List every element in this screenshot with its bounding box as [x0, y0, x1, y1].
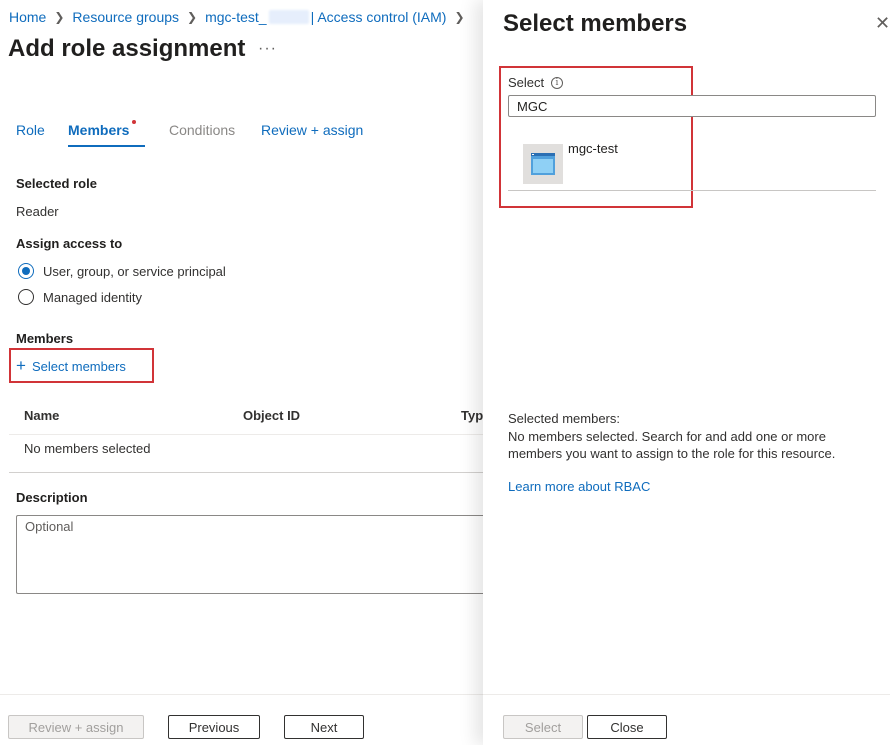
selected-members-text: No members selected. Search for and add …	[508, 429, 836, 461]
breadcrumb-resource-group-name[interactable]: mgc-test_	[205, 9, 266, 25]
chevron-right-icon: ❯	[187, 10, 198, 24]
divider	[0, 694, 483, 695]
search-result-item[interactable]	[508, 134, 876, 191]
previous-button[interactable]: Previous	[168, 715, 260, 739]
select-button[interactable]: Select	[503, 715, 583, 739]
members-empty-text: No members selected	[24, 441, 151, 456]
learn-more-rbac-link[interactable]: Learn more about RBAC	[508, 479, 650, 494]
required-indicator-icon	[132, 120, 136, 124]
description-textarea[interactable]	[16, 515, 484, 594]
selected-role-label: Selected role	[16, 176, 97, 191]
tab-active-indicator	[68, 145, 145, 147]
close-button[interactable]: Close	[587, 715, 667, 739]
select-label: Select	[508, 75, 545, 90]
description-placeholder: Optional	[25, 519, 74, 534]
divider	[483, 694, 890, 695]
app-registration-icon	[523, 144, 563, 184]
radio-label-user-group-sp[interactable]: User, group, or service principal	[43, 264, 226, 279]
description-label: Description	[16, 490, 88, 505]
selected-members-heading: Selected members:	[508, 411, 620, 426]
next-button[interactable]: Next	[284, 715, 364, 739]
plus-icon[interactable]: +	[16, 356, 26, 376]
review-assign-button[interactable]: Review + assign	[8, 715, 144, 739]
radio-label-managed-identity[interactable]: Managed identity	[43, 290, 142, 305]
page-title: Add role assignment	[8, 35, 246, 62]
info-icon[interactable]: i	[551, 77, 563, 89]
column-header-object-id: Object ID	[243, 408, 301, 423]
more-options-icon[interactable]: ···	[258, 40, 277, 58]
assign-access-label: Assign access to	[16, 236, 123, 251]
close-icon[interactable]: ✕	[875, 13, 890, 34]
breadcrumb: Home ❯ Resource groups ❯ mgc-test_ | Acc…	[9, 9, 473, 25]
tab-review-assign[interactable]: Review + assign	[261, 122, 363, 138]
select-members-link[interactable]: Select members	[32, 359, 126, 374]
members-label: Members	[16, 331, 74, 346]
divider	[9, 472, 483, 473]
column-header-type: Type	[461, 408, 483, 423]
redacted-text	[268, 10, 309, 24]
radio-user-group-sp[interactable]	[18, 263, 34, 279]
selected-role-value: Reader	[16, 204, 59, 219]
search-result-name: mgc-test	[568, 141, 618, 156]
panel-title: Select members	[503, 10, 688, 37]
chevron-right-icon: ❯	[454, 10, 465, 24]
breadcrumb-resource-groups[interactable]: Resource groups	[72, 9, 179, 25]
breadcrumb-home[interactable]: Home	[9, 9, 46, 25]
tab-role[interactable]: Role	[16, 122, 45, 138]
tab-conditions[interactable]: Conditions	[169, 122, 235, 138]
search-input[interactable]	[508, 95, 876, 117]
tab-members[interactable]: Members	[68, 122, 129, 138]
breadcrumb-access-control[interactable]: | Access control (IAM)	[311, 9, 447, 25]
radio-managed-identity[interactable]	[18, 289, 34, 305]
column-header-name: Name	[24, 408, 60, 423]
chevron-right-icon: ❯	[54, 10, 65, 24]
